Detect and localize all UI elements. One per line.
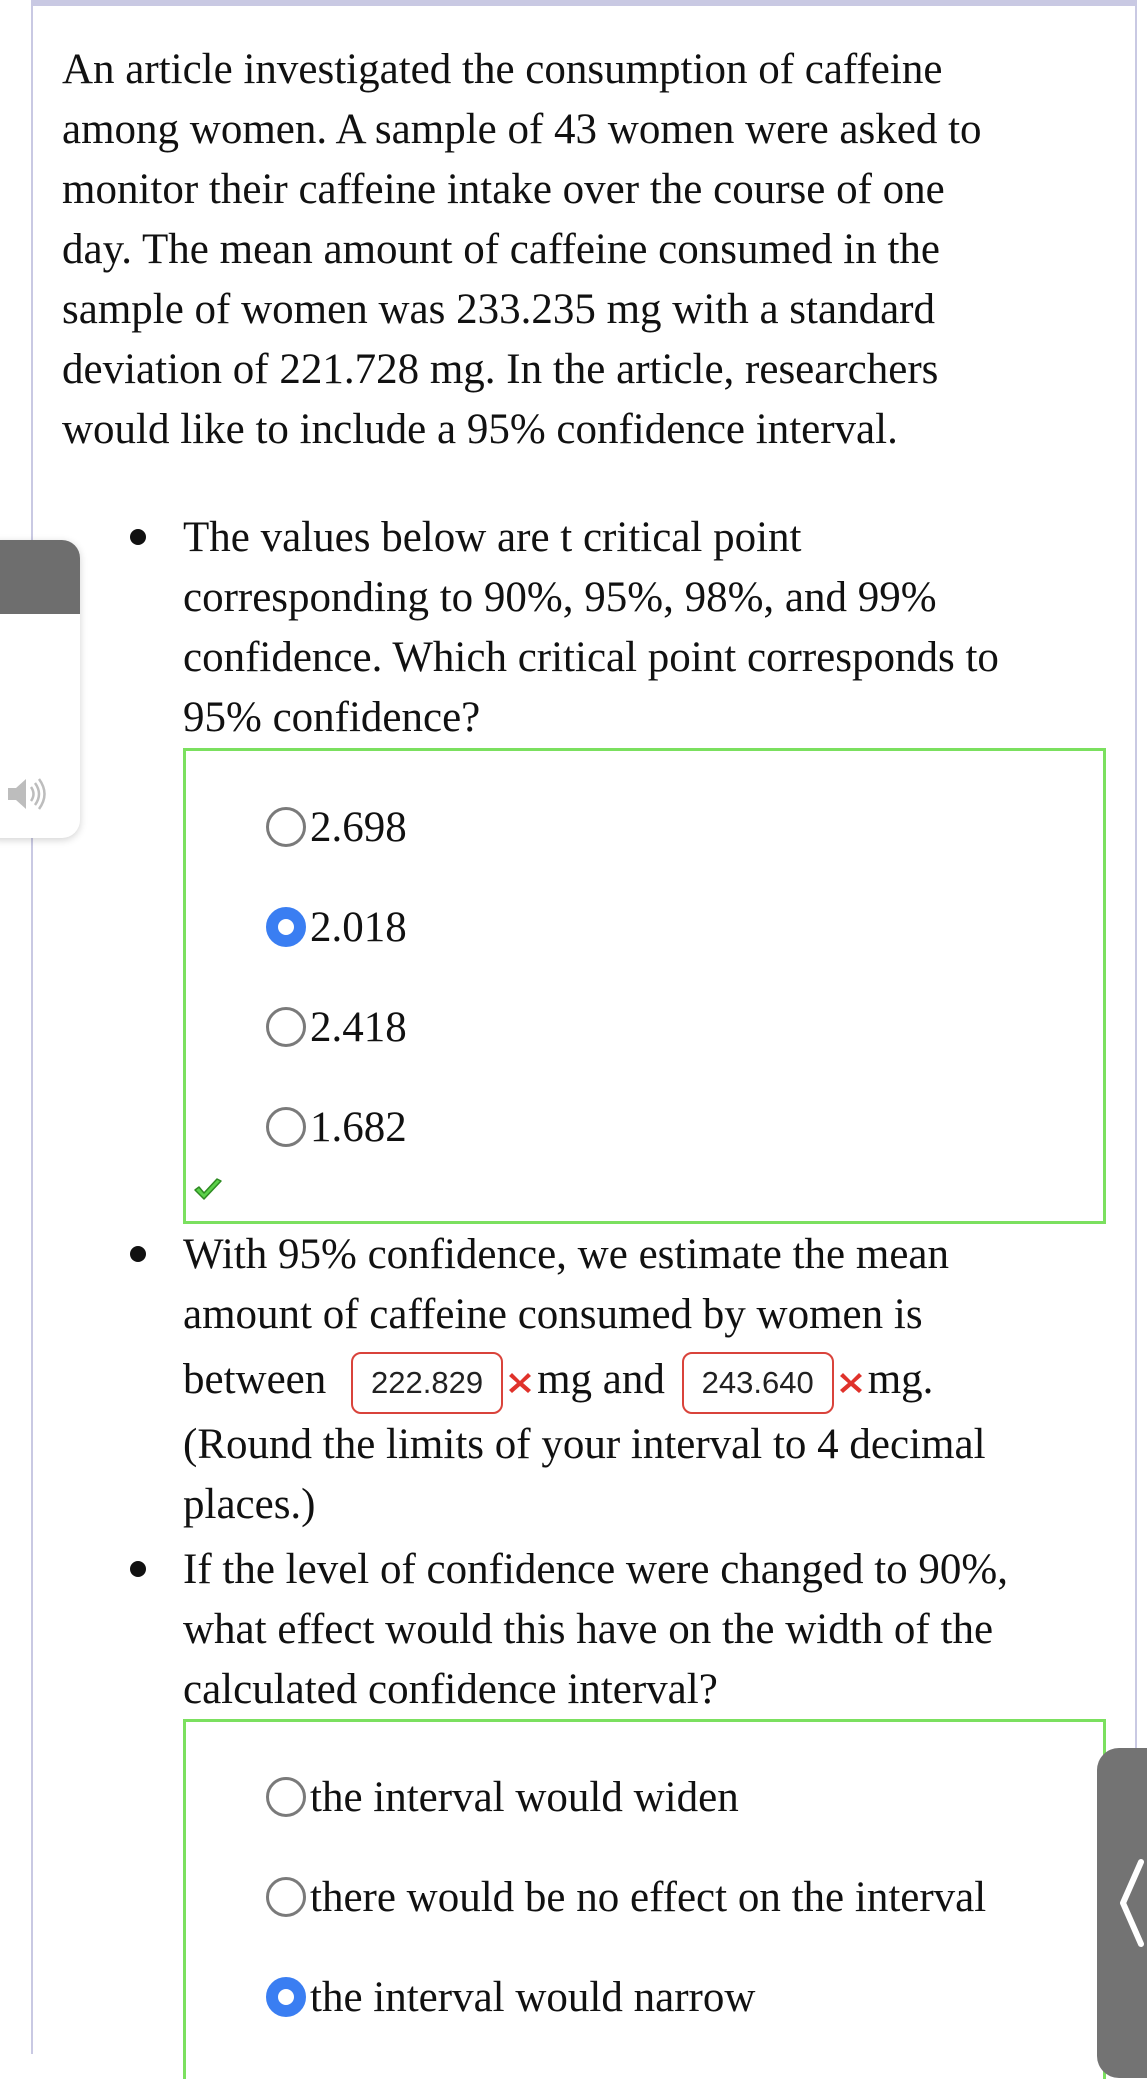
option-label: the interval would narrow	[310, 1973, 756, 2021]
option-label: 1.682	[310, 1103, 407, 1151]
chevron-left-icon[interactable]	[1117, 1858, 1147, 1948]
question-line: The values below are t critical point	[183, 514, 802, 561]
question-line: places.)	[183, 1481, 316, 1528]
radio-option[interactable]: 1.682	[266, 1097, 407, 1157]
question-2-prompt: With 95% confidence, we estimate the mea…	[183, 1225, 1113, 1535]
question-line: 95% confidence?	[183, 694, 481, 741]
question-line: With 95% confidence, we estimate the mea…	[183, 1231, 950, 1278]
check-icon	[194, 1178, 222, 1200]
question-3-answer-box: the interval would widen there would be …	[183, 1719, 1106, 2079]
radio-button-selected[interactable]	[266, 907, 306, 947]
option-label: 2.418	[310, 1003, 407, 1051]
radio-button[interactable]	[266, 1107, 306, 1147]
x-icon	[509, 1373, 532, 1394]
radio-button[interactable]	[266, 1877, 306, 1917]
bullet-point	[130, 1561, 146, 1577]
question-line: calculated confidence interval?	[183, 1666, 718, 1713]
problem-line: among women. A sample of 43 women were a…	[62, 106, 982, 153]
question-text: mg and	[537, 1356, 665, 1403]
read-aloud-tab[interactable]	[0, 540, 80, 838]
x-icon	[839, 1373, 862, 1394]
lower-limit-input[interactable]: 222.829	[351, 1352, 504, 1415]
option-label: 2.018	[310, 903, 407, 951]
radio-option-selected[interactable]: the interval would narrow	[266, 1967, 755, 2027]
interval-answer-row: between 222.829 mg and 243.640 mg.	[183, 1345, 1113, 1415]
problem-statement: An article investigated the consumption …	[62, 40, 1102, 460]
question-text: mg.	[867, 1356, 934, 1403]
radio-option-selected[interactable]: 2.018	[266, 897, 407, 957]
question-line: corresponding to 90%, 95%, 98%, and 99%	[183, 574, 937, 621]
upper-limit-input[interactable]: 243.640	[681, 1352, 834, 1415]
problem-line: An article investigated the consumption …	[62, 46, 943, 93]
problem-line: day. The mean amount of caffeine consume…	[62, 226, 941, 273]
question-line: If the level of confidence were changed …	[183, 1546, 1008, 1593]
radio-option[interactable]: 2.418	[266, 997, 407, 1057]
question-3-prompt: If the level of confidence were changed …	[183, 1540, 1113, 1720]
radio-button[interactable]	[266, 1777, 306, 1817]
problem-line: would like to include a 95% confidence i…	[62, 406, 898, 453]
problem-line: deviation of 221.728 mg. In the article,…	[62, 346, 939, 393]
radio-button[interactable]	[266, 1007, 306, 1047]
bullet-point	[130, 529, 146, 545]
option-label: 2.698	[310, 803, 407, 851]
question-line: what effect would this have on the width…	[183, 1606, 994, 1653]
radio-option[interactable]: the interval would widen	[266, 1767, 739, 1827]
question-line: confidence. Which critical point corresp…	[183, 634, 999, 681]
problem-line: sample of women was 233.235 mg with a st…	[62, 286, 935, 333]
option-label: the interval would widen	[310, 1773, 739, 1821]
problem-line: monitor their caffeine intake over the c…	[62, 166, 945, 213]
question-line: (Round the limits of your interval to 4 …	[183, 1421, 986, 1468]
side-panel-toggle[interactable]	[1097, 1748, 1147, 2078]
radio-button[interactable]	[266, 807, 306, 847]
question-text: between	[183, 1356, 327, 1403]
option-label: there would be no effect on the interval	[310, 1873, 987, 1921]
question-line: amount of caffeine consumed by women is	[183, 1291, 923, 1338]
question-1-answer-box: 2.698 2.018 2.418 1.682	[183, 748, 1106, 1224]
speaker-icon[interactable]	[4, 772, 48, 816]
radio-button-selected[interactable]	[266, 1977, 306, 2017]
bullet-point	[130, 1246, 146, 1262]
question-1-prompt: The values below are t critical point co…	[183, 508, 1113, 748]
radio-option[interactable]: there would be no effect on the interval	[266, 1867, 986, 1927]
radio-option[interactable]: 2.698	[266, 797, 407, 857]
read-aloud-tab-header	[0, 540, 80, 614]
